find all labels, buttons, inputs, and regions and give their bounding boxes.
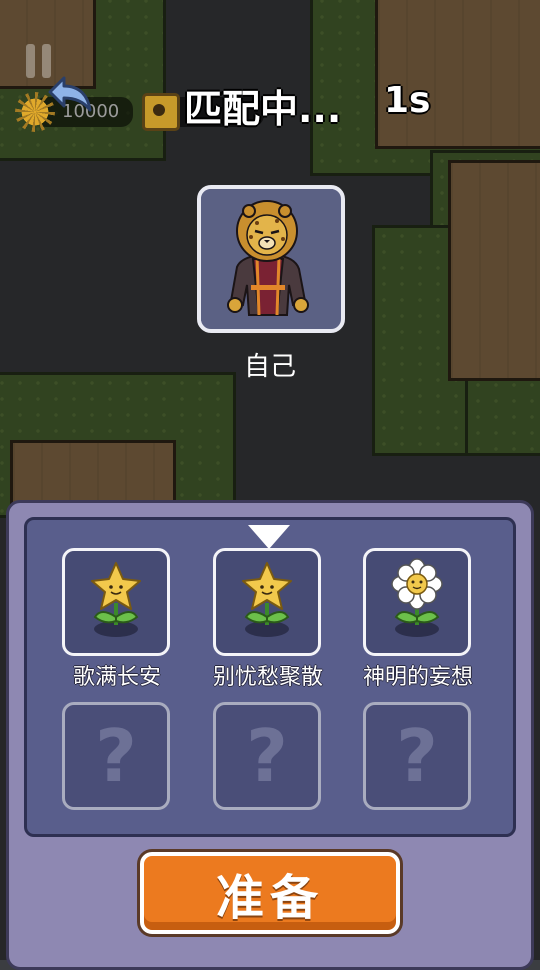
- matching-status-title: 匹配中...: [184, 87, 342, 131]
- plant-slot-3-label: 神明的妄想: [362, 665, 473, 690]
- plant-slot-1[interactable]: [62, 548, 170, 656]
- seed-bag-icon: [142, 93, 180, 131]
- plant-slot-2[interactable]: [213, 548, 321, 656]
- plant-slot-2-label: 别忧愁聚散: [212, 665, 323, 690]
- question-mark-icon: ?: [396, 714, 438, 798]
- ready-button[interactable]: 准备: [140, 852, 400, 934]
- leopard-character-icon: [201, 189, 333, 321]
- empty-plant-slot[interactable]: ?: [213, 702, 321, 810]
- selection-arrow-icon: [248, 525, 290, 549]
- pause-bar: [41, 44, 51, 78]
- player-avatar-card: [197, 185, 345, 333]
- star-flower-icon: [242, 562, 292, 637]
- daisy-flower-icon: [391, 558, 443, 637]
- question-mark-icon: ?: [95, 714, 137, 798]
- empty-plant-slot[interactable]: ?: [62, 702, 170, 810]
- question-mark-icon: ?: [246, 714, 288, 798]
- star-flower-icon: [91, 562, 141, 637]
- empty-plant-slot[interactable]: ?: [363, 702, 471, 810]
- player-name-label: 自己: [243, 352, 296, 382]
- pause-bar: [25, 44, 35, 78]
- sun-icon: [15, 92, 55, 132]
- plant-slot-3[interactable]: [363, 548, 471, 656]
- plant-slot-1-label: 歌满长安: [72, 665, 161, 690]
- matching-timer: 1s: [384, 80, 431, 121]
